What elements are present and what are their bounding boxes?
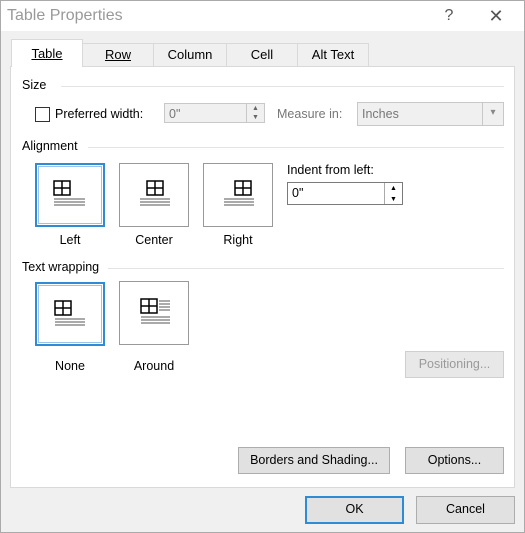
positioning-button[interactable]: Positioning...: [405, 351, 504, 378]
tab-table[interactable]: Table: [11, 39, 83, 67]
tab-cell-label: Cell: [250, 47, 274, 62]
measure-in-label: Measure in:: [277, 107, 343, 121]
alignment-divider: [88, 147, 504, 148]
cancel-button[interactable]: Cancel: [416, 496, 515, 524]
chevron-down-icon[interactable]: ▾: [482, 103, 503, 125]
tab-column-label: Column: [167, 47, 213, 62]
align-left-label: Left: [59, 233, 81, 247]
wrap-around-option[interactable]: [119, 281, 189, 345]
align-center-icon: [140, 180, 170, 206]
ok-button[interactable]: OK: [305, 496, 404, 524]
align-right-icon: [224, 180, 254, 206]
wrap-none-icon: [54, 300, 85, 326]
tab-alt-text[interactable]: Alt Text: [297, 43, 369, 66]
align-right-label: Right: [223, 233, 253, 247]
align-center-label: Center: [135, 233, 173, 247]
dialog-title: Table Properties: [7, 7, 123, 24]
wrapping-divider: [108, 268, 504, 269]
spin-up-icon[interactable]: ▲: [247, 104, 264, 113]
size-divider: [61, 86, 504, 87]
options-button[interactable]: Options...: [405, 447, 504, 474]
indent-spinner[interactable]: ▲ ▼: [384, 183, 402, 204]
size-heading: Size: [22, 78, 47, 92]
wrap-around-icon: [140, 298, 170, 324]
tab-table-label: Table: [31, 46, 63, 61]
text-wrapping-heading: Text wrapping: [22, 260, 100, 274]
measure-in-value: Inches: [362, 107, 399, 121]
preferred-width-checkbox[interactable]: [35, 107, 50, 122]
alignment-heading: Alignment: [22, 139, 78, 153]
indent-label: Indent from left:: [287, 163, 374, 177]
preferred-width-label: Preferred width:: [55, 107, 144, 121]
tab-row[interactable]: Row: [82, 43, 154, 66]
spin-down-icon[interactable]: ▼: [385, 194, 402, 205]
table-tab-panel: Size Preferred width: 0" ▲ ▼ Measure in:…: [10, 66, 515, 488]
wrap-around-label: Around: [133, 359, 175, 373]
preferred-width-spinner[interactable]: ▲ ▼: [246, 104, 264, 122]
indent-input[interactable]: 0" ▲ ▼: [287, 182, 403, 205]
help-button[interactable]: ?: [429, 1, 469, 31]
measure-in-select[interactable]: Inches ▾: [357, 102, 504, 126]
close-button[interactable]: ✕: [476, 1, 516, 31]
tab-column[interactable]: Column: [153, 43, 227, 66]
tab-cell[interactable]: Cell: [226, 43, 298, 66]
align-right-option[interactable]: [203, 163, 273, 227]
align-left-icon: [53, 180, 85, 206]
preferred-width-input[interactable]: 0" ▲ ▼: [164, 103, 265, 123]
align-left-option[interactable]: [35, 163, 105, 227]
tab-alt-text-label: Alt Text: [311, 47, 355, 62]
wrap-none-option[interactable]: [35, 282, 105, 346]
borders-and-shading-button[interactable]: Borders and Shading...: [238, 447, 390, 474]
align-center-option[interactable]: [119, 163, 189, 227]
table-properties-dialog: Table Properties ? ✕ Table Row Column Ce…: [0, 0, 525, 533]
preferred-width-value: 0": [169, 107, 181, 121]
spin-down-icon[interactable]: ▼: [247, 113, 264, 122]
title-bar: Table Properties ? ✕: [1, 1, 524, 31]
spin-up-icon[interactable]: ▲: [385, 183, 402, 194]
tab-row-label: Row: [104, 47, 131, 62]
indent-value: 0": [292, 186, 304, 200]
wrap-none-label: None: [55, 359, 85, 373]
